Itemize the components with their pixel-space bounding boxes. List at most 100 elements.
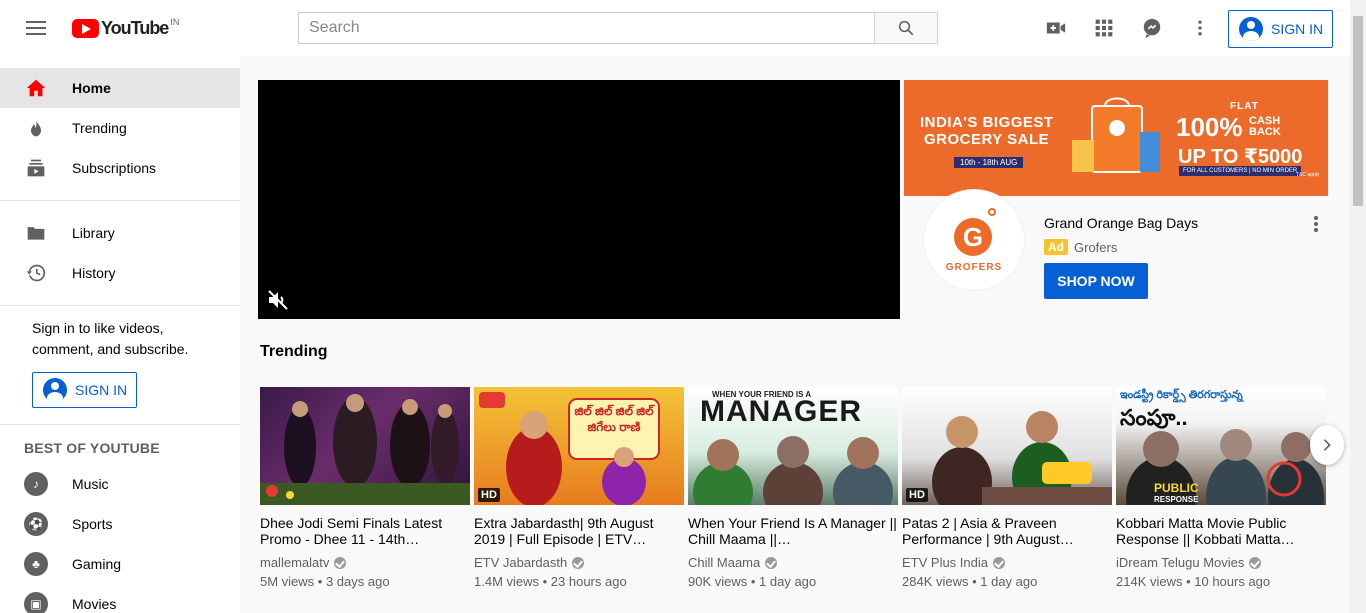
sidebar-signin-button[interactable]: SIGN IN <box>32 372 137 408</box>
response-text: RESPONSE <box>1154 495 1199 504</box>
logo-text: YouTube <box>101 18 169 38</box>
youtube-play-icon <box>72 19 99 38</box>
video-thumbnail[interactable]: జిల్ జిల్ జిల్ జిల్ జిగేలు రాణి HD <box>474 387 684 505</box>
sidebar-item-sports[interactable]: ⚽ Sports <box>0 504 240 544</box>
ad-banner-headline: INDIA'S BIGGEST <box>920 114 1054 131</box>
sidebar-item-music[interactable]: ♪ Music <box>0 464 240 504</box>
verified-icon <box>572 556 585 569</box>
sidebar-item-subscriptions[interactable]: Subscriptions <box>0 148 240 188</box>
verified-icon <box>334 556 347 569</box>
menu-icon[interactable] <box>24 18 48 38</box>
video-channel[interactable]: mallemalatv <box>260 555 470 570</box>
channel-name: mallemalatv <box>260 555 330 570</box>
public-response-art <box>1126 429 1324 505</box>
chevron-right-icon <box>1323 439 1331 451</box>
three-friends-art <box>693 436 893 505</box>
sidebar-divider <box>0 305 240 306</box>
messages-icon[interactable] <box>1140 16 1164 40</box>
thumbnail-public-label: PUBLIC RESPONSE <box>1154 482 1199 505</box>
video-card[interactable]: Dhee Jodi Semi Finals Latest Promo - Dhe… <box>260 387 470 589</box>
advertiser-logo[interactable]: G GROFERS <box>924 190 1024 290</box>
video-thumbnail[interactable]: HD <box>902 387 1112 505</box>
video-title[interactable]: Dhee Jodi Semi Finals Latest Promo - Dhe… <box>260 515 470 547</box>
search-button[interactable] <box>874 12 938 44</box>
ad-banner-subheadline: GROCERY SALE <box>924 131 1050 148</box>
video-thumbnail[interactable]: WHEN YOUR FRIEND IS A MANAGER <box>688 387 898 505</box>
video-channel[interactable]: iDream Telugu Movies <box>1116 555 1326 570</box>
video-card[interactable]: జిల్ జిల్ జిల్ జిల్ జిగేలు రాణి HD Extra… <box>474 387 684 589</box>
sidebar-item-movies[interactable]: ▣ Movies <box>0 584 240 613</box>
ad-banner-flat: FLAT <box>1230 101 1259 112</box>
sidebar-item-trending[interactable]: Trending <box>0 108 240 148</box>
account-icon <box>43 378 67 402</box>
search-icon <box>898 20 914 36</box>
ad-more-options-icon[interactable] <box>1306 212 1326 236</box>
hd-badge: HD <box>906 488 928 502</box>
video-title[interactable]: Patas 2 | Asia & Praveen Performance | 9… <box>902 515 1112 547</box>
sidebar-item-library[interactable]: Library <box>0 213 240 253</box>
dance-stage-art <box>260 394 470 505</box>
video-thumbnail[interactable]: ఇండస్ట్రీ రికార్డ్స్ తిరగరాస్తున్న సంపూ.… <box>1116 387 1326 505</box>
sidebar-item-label: Home <box>72 80 111 96</box>
ad-banner-terms: FOR ALL CUSTOMERS | NO MIN ORDER <box>1179 166 1302 176</box>
sidebar-item-home[interactable]: Home <box>0 68 240 108</box>
trending-section-title[interactable]: Trending <box>260 343 328 361</box>
grocery-bag-icon <box>1072 97 1160 173</box>
thumbnail-caption: జిల్ జిల్ జిల్ జిల్ జిగేలు రాణి <box>574 404 654 434</box>
ad-banner-percent: 100% <box>1176 112 1243 142</box>
channel-name: ETV Plus India <box>902 555 988 570</box>
video-title[interactable]: Kobbari Matta Movie Public Response || K… <box>1116 515 1326 547</box>
video-title[interactable]: When Your Friend Is A Manager || Chill M… <box>688 515 898 547</box>
sidebar-item-label: Music <box>72 476 109 492</box>
header-signin-label: SIGN IN <box>1271 21 1324 37</box>
ad-meta: Ad Grofers <box>1044 239 1117 255</box>
video-card[interactable]: ఇండస్ట్రీ రికార్డ్స్ తిరగరాస్తున్న సంపూ.… <box>1116 387 1326 589</box>
ad-banner-cashback: CASH BACK <box>1249 115 1281 138</box>
ad-advertiser: Grofers <box>1074 239 1118 255</box>
sidebar-item-gaming[interactable]: ♣ Gaming <box>0 544 240 584</box>
gaming-icon: ♣ <box>24 552 48 576</box>
sidebar-item-label: Sports <box>72 516 113 532</box>
shop-now-button[interactable]: SHOP NOW <box>1044 263 1148 299</box>
video-stats: 284K views • 1 day ago <box>902 574 1038 589</box>
movies-icon: ▣ <box>24 592 48 613</box>
apps-icon[interactable] <box>1092 16 1116 40</box>
account-icon <box>1239 17 1263 41</box>
signin-prompt: Sign in to like videos, comment, and sub… <box>32 320 189 357</box>
header-signin-button[interactable]: SIGN IN <box>1228 10 1333 48</box>
sidebar: Home Trending Subscriptions Library Hist… <box>0 56 240 613</box>
video-card[interactable]: HD Patas 2 | Asia & Praveen Performance … <box>902 387 1112 589</box>
history-icon <box>24 261 48 285</box>
muted-icon[interactable] <box>266 288 290 312</box>
trending-icon <box>24 116 48 140</box>
sidebar-divider <box>0 200 240 201</box>
verified-icon <box>993 556 1005 569</box>
video-channel[interactable]: Chill Maama <box>688 555 898 570</box>
carousel-next-button[interactable] <box>1310 425 1344 465</box>
masthead-video-player[interactable] <box>258 80 900 319</box>
verified-icon <box>1249 556 1262 569</box>
sidebar-item-history[interactable]: History <box>0 253 240 293</box>
video-stats: 90K views • 1 day ago <box>688 574 817 589</box>
video-card[interactable]: WHEN YOUR FRIEND IS A MANAGER When Your … <box>688 387 898 589</box>
ad-banner-image[interactable]: INDIA'S BIGGEST GROCERY SALE 10th - 18th… <box>904 80 1328 196</box>
more-options-icon[interactable] <box>1188 16 1212 40</box>
comedy-skit-art <box>932 411 1112 505</box>
sidebar-item-label: Trending <box>72 120 127 136</box>
sidebar-item-label: History <box>72 265 116 281</box>
ad-badge: Ad <box>1044 239 1068 255</box>
grofers-logo-letter: G <box>954 218 992 256</box>
video-title[interactable]: Extra Jabardasth| 9th August 2019 | Full… <box>474 515 684 547</box>
youtube-logo[interactable]: YouTube IN <box>72 17 179 39</box>
video-thumbnail[interactable] <box>260 387 470 505</box>
search-input[interactable]: Search <box>298 12 874 44</box>
page-scrollbar[interactable] <box>1350 0 1366 613</box>
video-channel[interactable]: ETV Plus India <box>902 555 1112 570</box>
ad-banner-tc: T&C apply <box>1296 172 1320 178</box>
create-video-icon[interactable] <box>1044 16 1068 40</box>
video-channel[interactable]: ETV Jabardasth <box>474 555 684 570</box>
ad-title[interactable]: Grand Orange Bag Days <box>1044 215 1198 231</box>
home-icon <box>24 76 48 100</box>
scrollbar-thumb[interactable] <box>1353 16 1363 206</box>
sports-icon: ⚽ <box>24 512 48 536</box>
